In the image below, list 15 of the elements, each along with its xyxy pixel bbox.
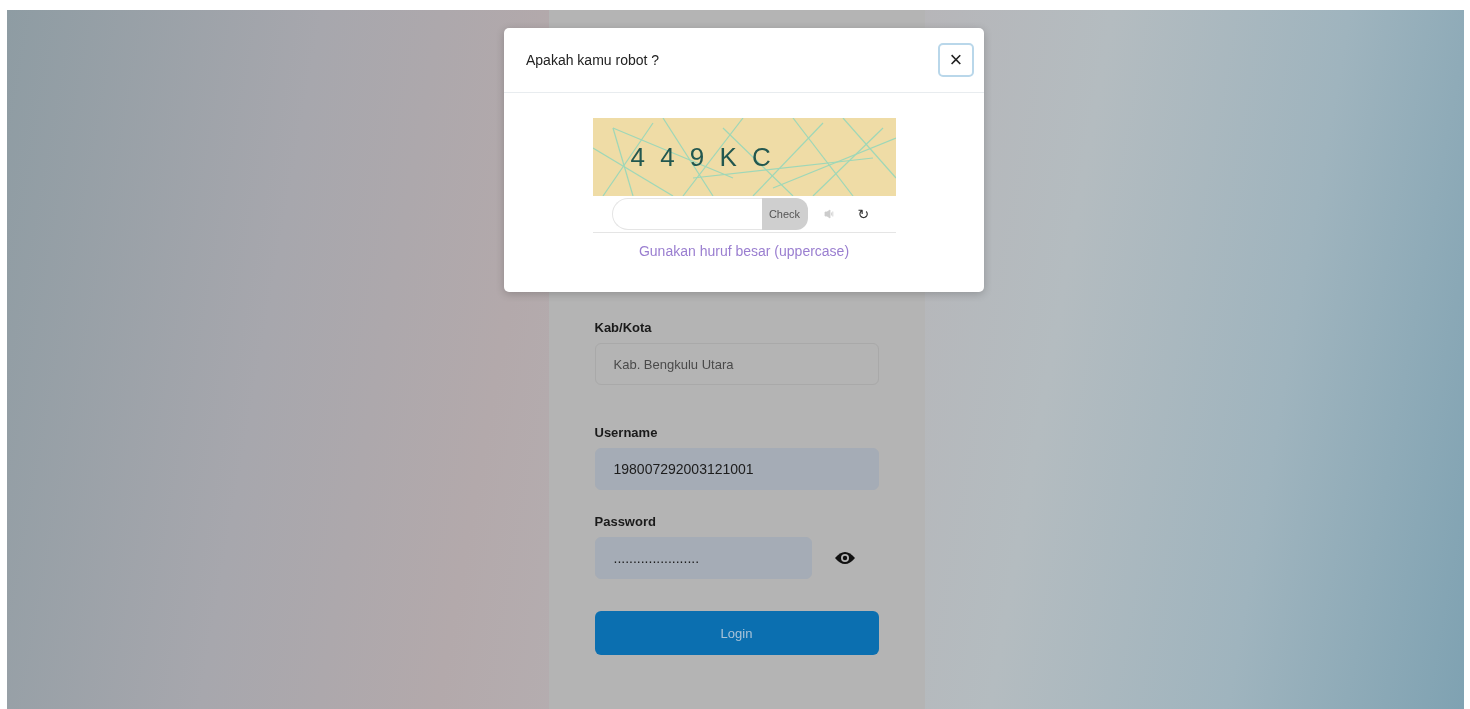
field-label: Kab/Kota bbox=[594, 320, 653, 335]
hint-text: Gunakan huruf besar (uppercase) bbox=[638, 243, 850, 259]
speaker-icon[interactable] bbox=[823, 209, 834, 219]
field-label: Username bbox=[594, 425, 659, 440]
password-field[interactable]: ...................... bbox=[594, 537, 812, 579]
close-button[interactable]: × bbox=[938, 43, 974, 77]
input-field[interactable]: 198007292003121001 bbox=[594, 448, 879, 490]
dialog-title: Apakah kamu robot ? bbox=[526, 52, 660, 68]
field-label: Password bbox=[594, 514, 657, 529]
refresh-button[interactable]: ↻ bbox=[855, 206, 872, 222]
captcha-text: 4 4 9 K C bbox=[630, 141, 775, 173]
input-field[interactable]: Kab. Bengkulu Utara bbox=[594, 343, 879, 385]
eye-icon[interactable] bbox=[833, 550, 856, 566]
captcha-input[interactable] bbox=[611, 198, 762, 230]
check-button[interactable]: Check bbox=[761, 198, 808, 230]
